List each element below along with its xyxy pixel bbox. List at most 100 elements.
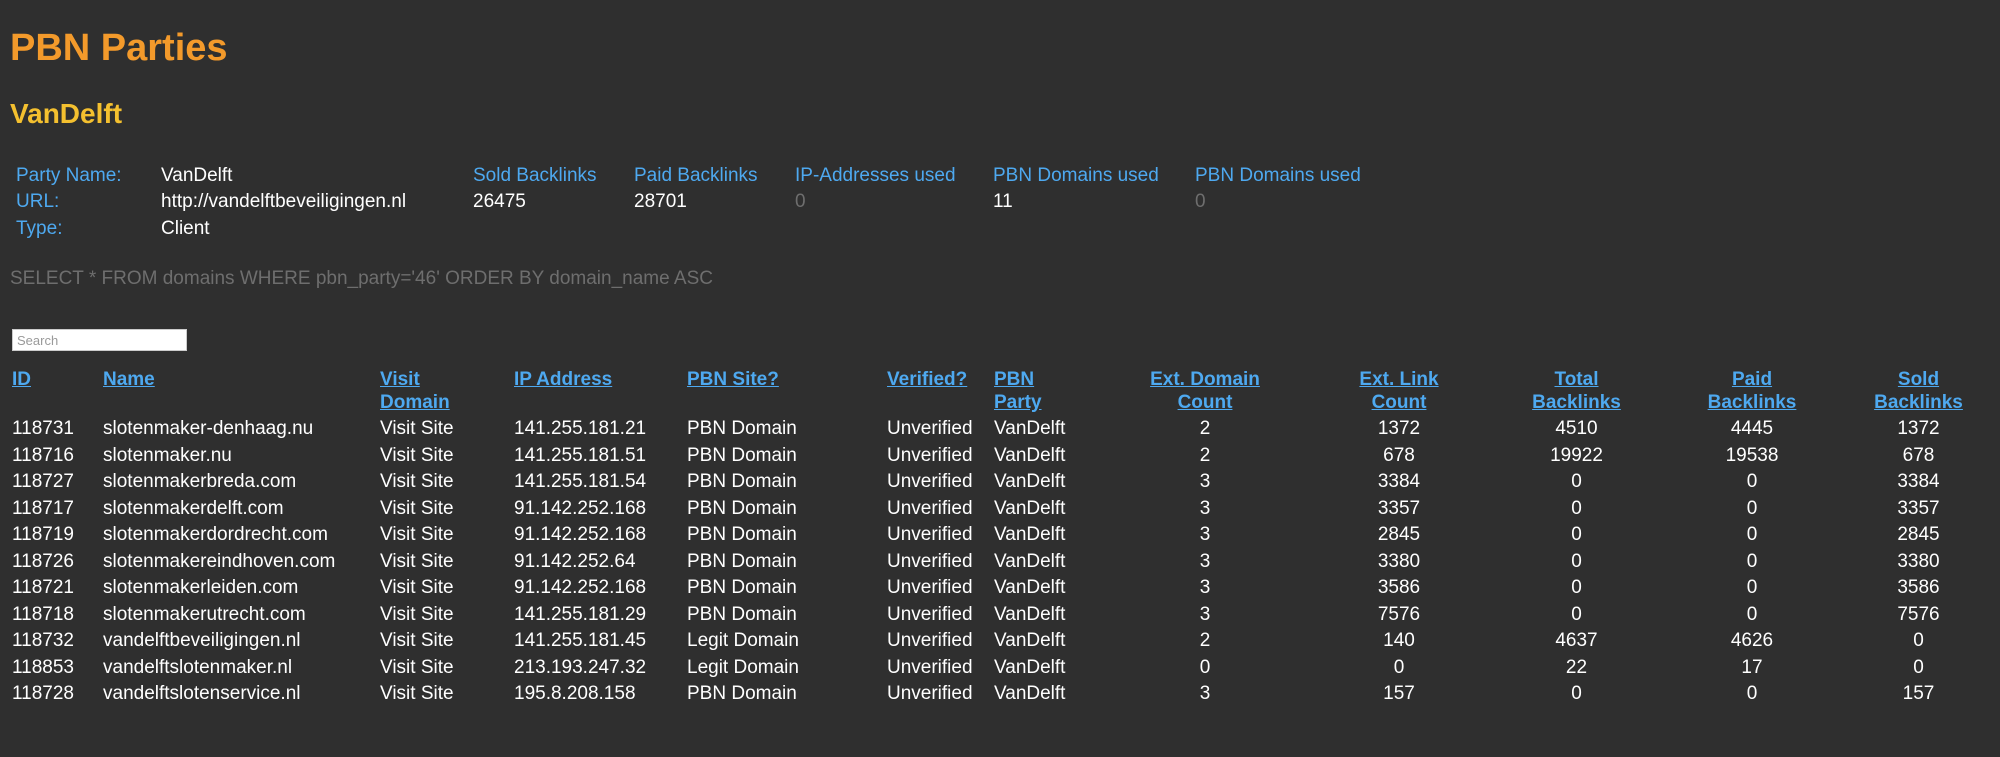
cell-visit[interactable]: Visit Site xyxy=(378,602,512,629)
cell-party: VanDelft xyxy=(994,656,1066,678)
cell-id[interactable]: 118728 xyxy=(10,681,101,708)
table-row[interactable]: 118727 slotenmakerbreda.com Visit Site 141.… xyxy=(10,469,1990,496)
cell-name[interactable]: slotenmakerbreda.com xyxy=(101,469,378,496)
cell-ip: 141.255.181.45 xyxy=(514,630,647,651)
search-input[interactable] xyxy=(12,329,187,351)
table-row[interactable]: 118721 slotenmakerleiden.com Visit Site 91.… xyxy=(10,575,1990,602)
cell-visit[interactable]: Visit Site xyxy=(378,549,512,576)
cell-id[interactable]: 118721 xyxy=(10,575,101,602)
cell-visit[interactable]: Visit Site xyxy=(378,469,512,496)
cell-id[interactable]: 118717 xyxy=(10,496,101,523)
sort-link-total[interactable]: Total Backlinks xyxy=(1532,369,1621,413)
cell-sold: 3586 xyxy=(1897,577,1940,598)
sort-link-verified[interactable]: Verified? xyxy=(887,369,967,390)
cell-name[interactable]: vandelftslotenmaker.nl xyxy=(101,655,378,682)
cell-visit[interactable]: Visit Site xyxy=(378,575,512,602)
cell-name[interactable]: slotenmakerutrecht.com xyxy=(101,602,378,629)
cell-visit[interactable]: Visit Site xyxy=(378,443,512,470)
cell-paid: 17 xyxy=(1741,656,1763,678)
table-row[interactable]: 118719 slotenmakerdordrecht.com Visit Site… xyxy=(10,522,1990,549)
cell-id[interactable]: 118727 xyxy=(10,469,101,496)
cell-ext-link: 3357 xyxy=(1377,497,1421,519)
table-row[interactable]: 118732 vandelftbeveiligingen.nl Visit Site… xyxy=(10,628,1990,655)
cell-visit[interactable]: Visit Site xyxy=(378,496,512,523)
cell-visit[interactable]: Visit Site xyxy=(378,655,512,682)
column-header-visit: Visit Domain xyxy=(378,366,512,416)
sold-backlinks-value: 26475 xyxy=(473,191,526,212)
type-value: Client xyxy=(161,218,210,239)
column-header-ip: IP Address xyxy=(512,366,685,416)
sort-link-sold[interactable]: Sold Backlinks xyxy=(1874,369,1963,413)
cell-pbn-site: PBN Domain xyxy=(687,524,797,545)
table-row[interactable]: 118717 slotenmakerdelft.com Visit Site 91.1… xyxy=(10,496,1990,523)
cell-id[interactable]: 118726 xyxy=(10,549,101,576)
cell-ext-domain: 3 xyxy=(1199,683,1211,704)
column-header-label: Backlinks xyxy=(1874,392,1963,413)
cell-total: 0 xyxy=(1571,550,1582,572)
sort-link-ext-link[interactable]: Ext. Link Count xyxy=(1359,369,1438,413)
sort-link-id[interactable]: ID xyxy=(12,369,31,390)
cell-paid: 0 xyxy=(1746,577,1758,598)
sort-link-party[interactable]: PBN Party xyxy=(994,369,1042,413)
column-header-ext-link: Ext. Link Count xyxy=(1302,366,1496,416)
pbn-parties-page: PBN Parties VanDelft Party Name: URL: Ty… xyxy=(0,0,2000,757)
cell-visit[interactable]: Visit Site xyxy=(378,522,512,549)
cell-ip: 91.142.252.64 xyxy=(514,550,636,572)
table-row[interactable]: 118731 slotenmaker-denhaag.nu Visit Site 14… xyxy=(10,416,1990,443)
cell-ip: 91.142.252.168 xyxy=(514,497,647,519)
cell-id[interactable]: 118716 xyxy=(10,443,101,470)
sort-link-paid[interactable]: Paid Backlinks xyxy=(1708,369,1797,413)
cell-verified: Unverified xyxy=(887,683,973,704)
cell-party: VanDelft xyxy=(994,630,1066,651)
cell-name[interactable]: vandelftbeveiligingen.nl xyxy=(101,628,378,655)
cell-total: 0 xyxy=(1571,683,1582,704)
cell-party: VanDelft xyxy=(994,497,1066,519)
sort-link-name[interactable]: Name xyxy=(103,369,155,390)
cell-sold: 678 xyxy=(1902,444,1935,466)
cell-ip: 141.255.181.21 xyxy=(514,418,647,439)
table-row[interactable]: 118726 slotenmakereindhoven.com Visit Site… xyxy=(10,549,1990,576)
cell-visit[interactable]: Visit Site xyxy=(378,681,512,708)
cell-name[interactable]: slotenmakerdordrecht.com xyxy=(101,522,378,549)
cell-verified: Unverified xyxy=(887,418,973,439)
table-row[interactable]: 118716 slotenmaker.nu Visit Site 141.255.18… xyxy=(10,443,1990,470)
column-header-label: Ext. Link xyxy=(1359,369,1439,390)
cell-total: 0 xyxy=(1571,497,1582,519)
url-value: http://vandelftbeveiligingen.nl xyxy=(161,191,407,212)
column-header-label: Backlinks xyxy=(1532,392,1621,413)
cell-visit[interactable]: Visit Site xyxy=(378,416,512,443)
party-heading: VanDelft xyxy=(10,98,123,129)
column-header-label: PBN xyxy=(994,369,1035,390)
cell-paid: 0 xyxy=(1746,603,1758,625)
cell-name[interactable]: slotenmakereindhoven.com xyxy=(101,549,378,576)
cell-id[interactable]: 118731 xyxy=(10,416,101,443)
column-header-label: Name xyxy=(103,369,155,390)
cell-sold: 2845 xyxy=(1897,524,1940,545)
sort-link-ip[interactable]: IP Address xyxy=(514,369,612,390)
cell-id[interactable]: 118719 xyxy=(10,522,101,549)
cell-id[interactable]: 118718 xyxy=(10,602,101,629)
cell-id[interactable]: 118732 xyxy=(10,628,101,655)
cell-name[interactable]: slotenmaker-denhaag.nu xyxy=(101,416,378,443)
cell-name[interactable]: slotenmaker.nu xyxy=(101,443,378,470)
cell-visit[interactable]: Visit Site xyxy=(378,628,512,655)
cell-total: 0 xyxy=(1571,471,1582,492)
cell-party: VanDelft xyxy=(994,683,1066,704)
table-row[interactable]: 118728 vandelftslotenservice.nl Visit Site… xyxy=(10,681,1990,708)
cell-name[interactable]: slotenmakerdelft.com xyxy=(101,496,378,523)
cell-id[interactable]: 118853 xyxy=(10,655,101,682)
cell-name[interactable]: slotenmakerleiden.com xyxy=(101,575,378,602)
cell-sold: 0 xyxy=(1913,656,1924,678)
cell-ext-link: 678 xyxy=(1383,444,1415,466)
cell-ext-link: 3384 xyxy=(1377,471,1421,492)
sort-link-visit[interactable]: Visit Domain xyxy=(380,369,450,413)
cell-ip: 195.8.208.158 xyxy=(514,683,636,704)
cell-name[interactable]: vandelftslotenservice.nl xyxy=(101,681,378,708)
cell-ext-link: 2845 xyxy=(1377,524,1421,545)
table-row[interactable]: 118853 vandelftslotenmaker.nl Visit Site 21… xyxy=(10,655,1990,682)
sort-link-pbn-site[interactable]: PBN Site? xyxy=(687,369,779,390)
pbn-domains-used-value: 11 xyxy=(993,191,1013,212)
sort-link-ext-domain[interactable]: Ext. Domain Count xyxy=(1150,369,1260,413)
table-row[interactable]: 118718 slotenmakerutrecht.com Visit Site 14… xyxy=(10,602,1990,629)
column-header-verified: Verified? xyxy=(885,366,992,416)
